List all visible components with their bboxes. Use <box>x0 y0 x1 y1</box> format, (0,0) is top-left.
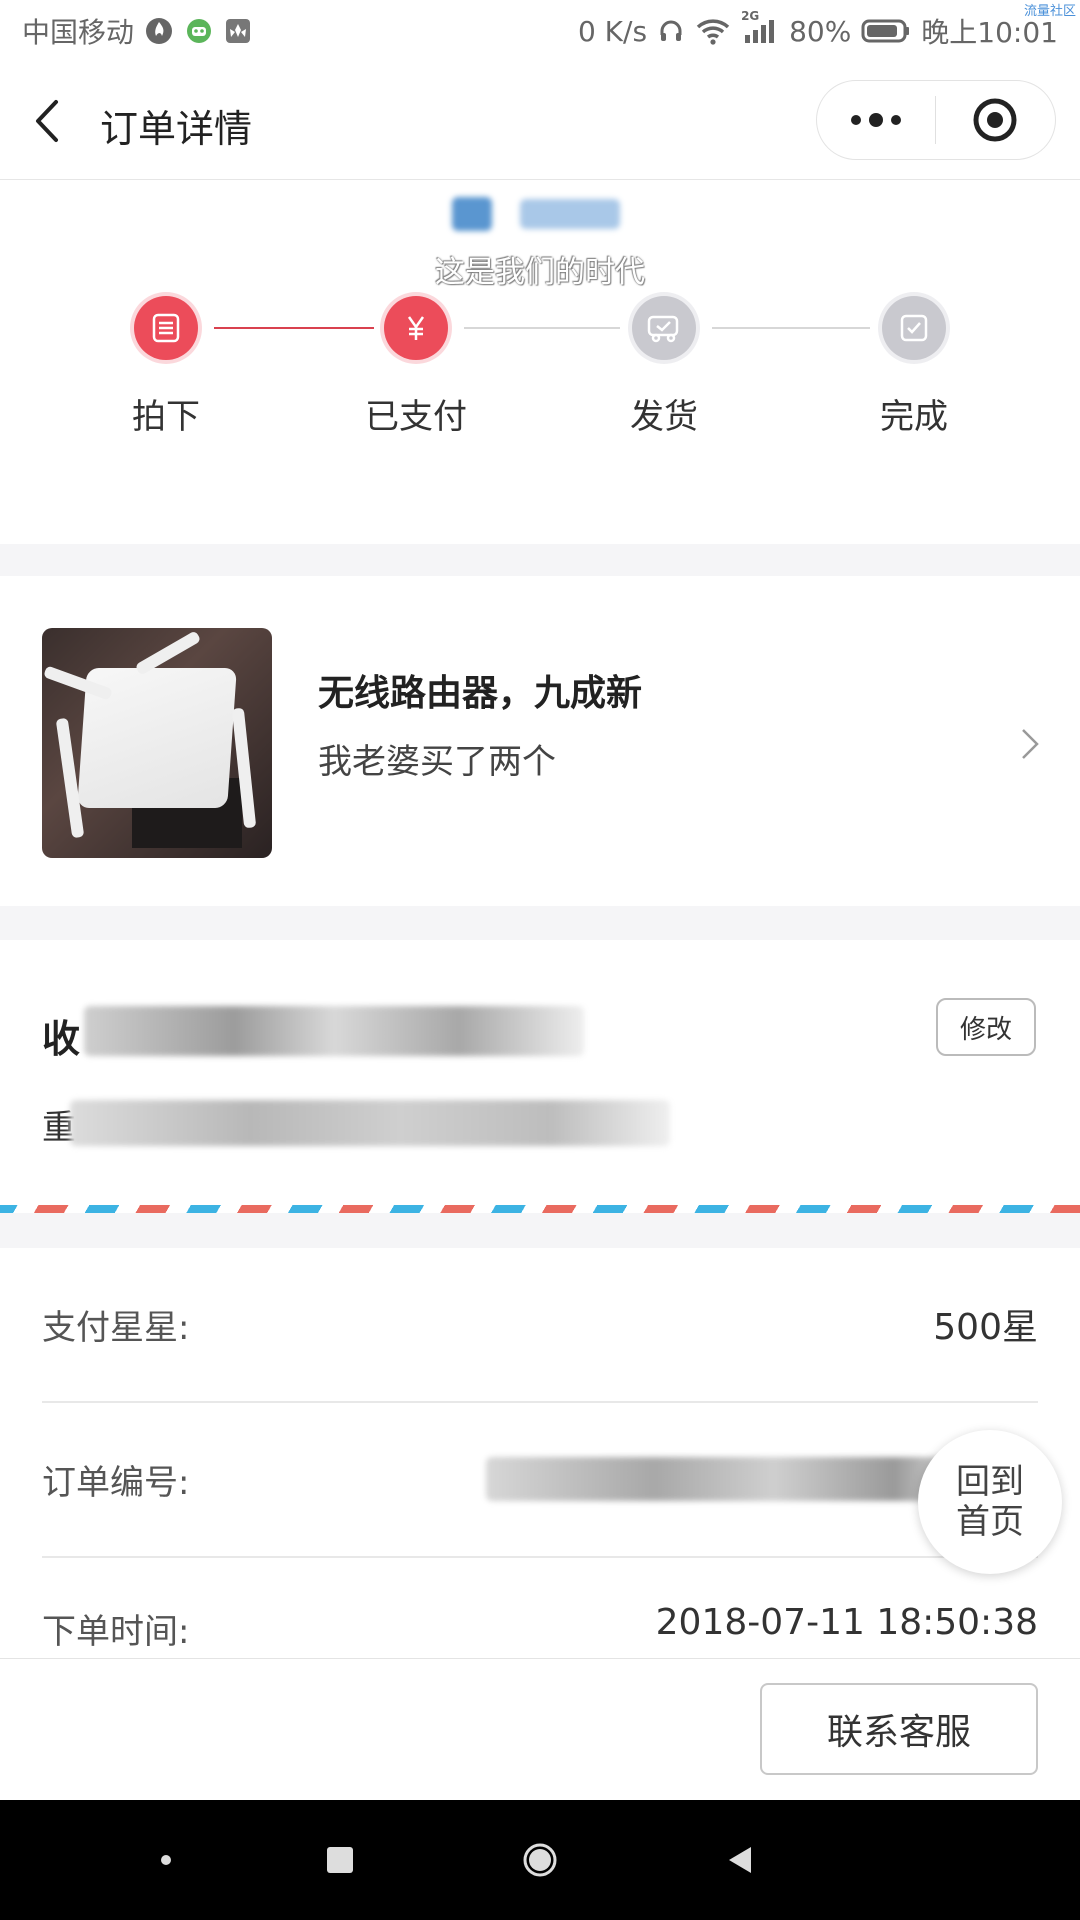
status-bar: 中国移动 0 K/s 2G 80% 晚上10:01 流量社区 <box>0 0 1080 62</box>
nav-home-button[interactable] <box>480 1800 600 1920</box>
page-title: 订单详情 <box>100 107 253 151</box>
step-shipped <box>632 296 696 360</box>
step-label: 已支付 <box>365 397 467 437</box>
slogan: 这是我们的时代 <box>435 255 645 290</box>
back-to-home-button[interactable]: 回到 首页 <box>918 1430 1062 1574</box>
home-circle-icon <box>523 1843 557 1877</box>
chevron-right-icon <box>1022 729 1039 759</box>
target-icon <box>973 98 1017 142</box>
home-button-line2: 首页 <box>956 1502 1024 1542</box>
order-progress: 这是我们的时代 拍下 已支付 发货 完成 <box>0 181 1080 544</box>
battery-percent: 80% <box>789 14 852 48</box>
huawei-app-icon <box>224 17 252 45</box>
section-divider <box>0 544 1080 576</box>
battery-icon <box>861 18 911 44</box>
check-icon <box>900 314 928 342</box>
list-icon <box>152 313 180 343</box>
blurred-username <box>520 199 620 229</box>
status-right: 0 K/s 2G 80% 晚上10:01 <box>577 9 1058 51</box>
yen-icon <box>407 316 425 340</box>
edit-address-button[interactable]: 修改 <box>936 998 1036 1056</box>
product-title: 无线路由器，九成新 <box>318 673 643 714</box>
nav-header: 订单详情 <box>0 62 1080 180</box>
close-miniprogram-button[interactable] <box>936 81 1056 159</box>
step-label: 完成 <box>880 397 948 437</box>
nav-recents-button[interactable] <box>280 1800 400 1920</box>
dot-icon <box>161 1855 171 1865</box>
step-label: 拍下 <box>132 397 200 437</box>
network-speed: 0 K/s <box>577 14 648 48</box>
status-left: 中国移动 <box>22 11 252 51</box>
shipping-address: 收 重 修改 <box>0 940 1080 1210</box>
home-button-line1: 回到 <box>956 1462 1024 1502</box>
payment-row: 支付星星: 500星 <box>42 1248 1038 1403</box>
product-image <box>42 628 272 858</box>
contact-service-button[interactable]: 联系客服 <box>760 1683 1038 1775</box>
order-number-row: 订单编号: <box>42 1403 1038 1558</box>
section-divider <box>0 1213 1080 1248</box>
step-label: 发货 <box>630 397 698 437</box>
square-icon <box>327 1847 353 1873</box>
system-nav-bar <box>0 1800 1080 1920</box>
flame-app-icon <box>144 16 174 46</box>
order-detail-page: 中国移动 0 K/s 2G 80% 晚上10:01 流量社区 订单详情 这是我们… <box>0 0 1080 1920</box>
step-connector <box>214 327 374 329</box>
step-paid <box>384 296 448 360</box>
triangle-back-icon <box>729 1847 751 1873</box>
recipient-name: 收 <box>42 1017 81 1061</box>
back-button[interactable] <box>30 96 70 146</box>
blurred-order-number <box>486 1457 966 1501</box>
step-completed <box>882 296 946 360</box>
cellular-signal-icon: 2G <box>741 9 779 45</box>
carrier-name: 中国移动 <box>22 16 135 49</box>
product-card[interactable]: 无线路由器，九成新 我老婆买了两个 <box>0 576 1080 906</box>
payment-value: 500星 <box>933 1307 1038 1348</box>
airmail-border <box>0 1205 1080 1213</box>
step-ordered <box>134 296 198 360</box>
step-connector <box>712 327 870 329</box>
product-description: 我老婆买了两个 <box>318 742 556 782</box>
blurred-address <box>70 1100 670 1146</box>
blurred-recipient <box>84 1006 584 1056</box>
blurred-avatar <box>452 197 492 231</box>
section-divider <box>0 906 1080 940</box>
nav-menu-button[interactable] <box>106 1800 226 1920</box>
more-button[interactable] <box>817 81 935 159</box>
step-connector <box>464 327 620 329</box>
payment-label: 支付星星: <box>42 1308 190 1348</box>
chevron-left-icon <box>36 100 58 142</box>
network-type: 2G <box>741 9 760 23</box>
order-number-label: 订单编号: <box>42 1463 190 1503</box>
order-time-value: 2018-07-11 18:50:38 <box>655 1602 1038 1643</box>
order-info: 支付星星: 500星 订单编号: 下单时间: 2018-07-11 18:50:… <box>0 1248 1080 1658</box>
truck-icon <box>647 315 679 343</box>
wifi-icon <box>695 17 731 45</box>
robot-app-icon <box>184 16 214 46</box>
watermark: 流量社区 <box>1023 4 1076 19</box>
bottom-action-bar: 联系客服 <box>0 1658 1080 1800</box>
more-dots-icon <box>850 113 901 127</box>
miniprogram-capsule <box>816 80 1056 160</box>
headphones-icon <box>657 17 685 45</box>
nav-back-button[interactable] <box>680 1800 800 1920</box>
order-time-label: 下单时间: <box>42 1612 190 1652</box>
